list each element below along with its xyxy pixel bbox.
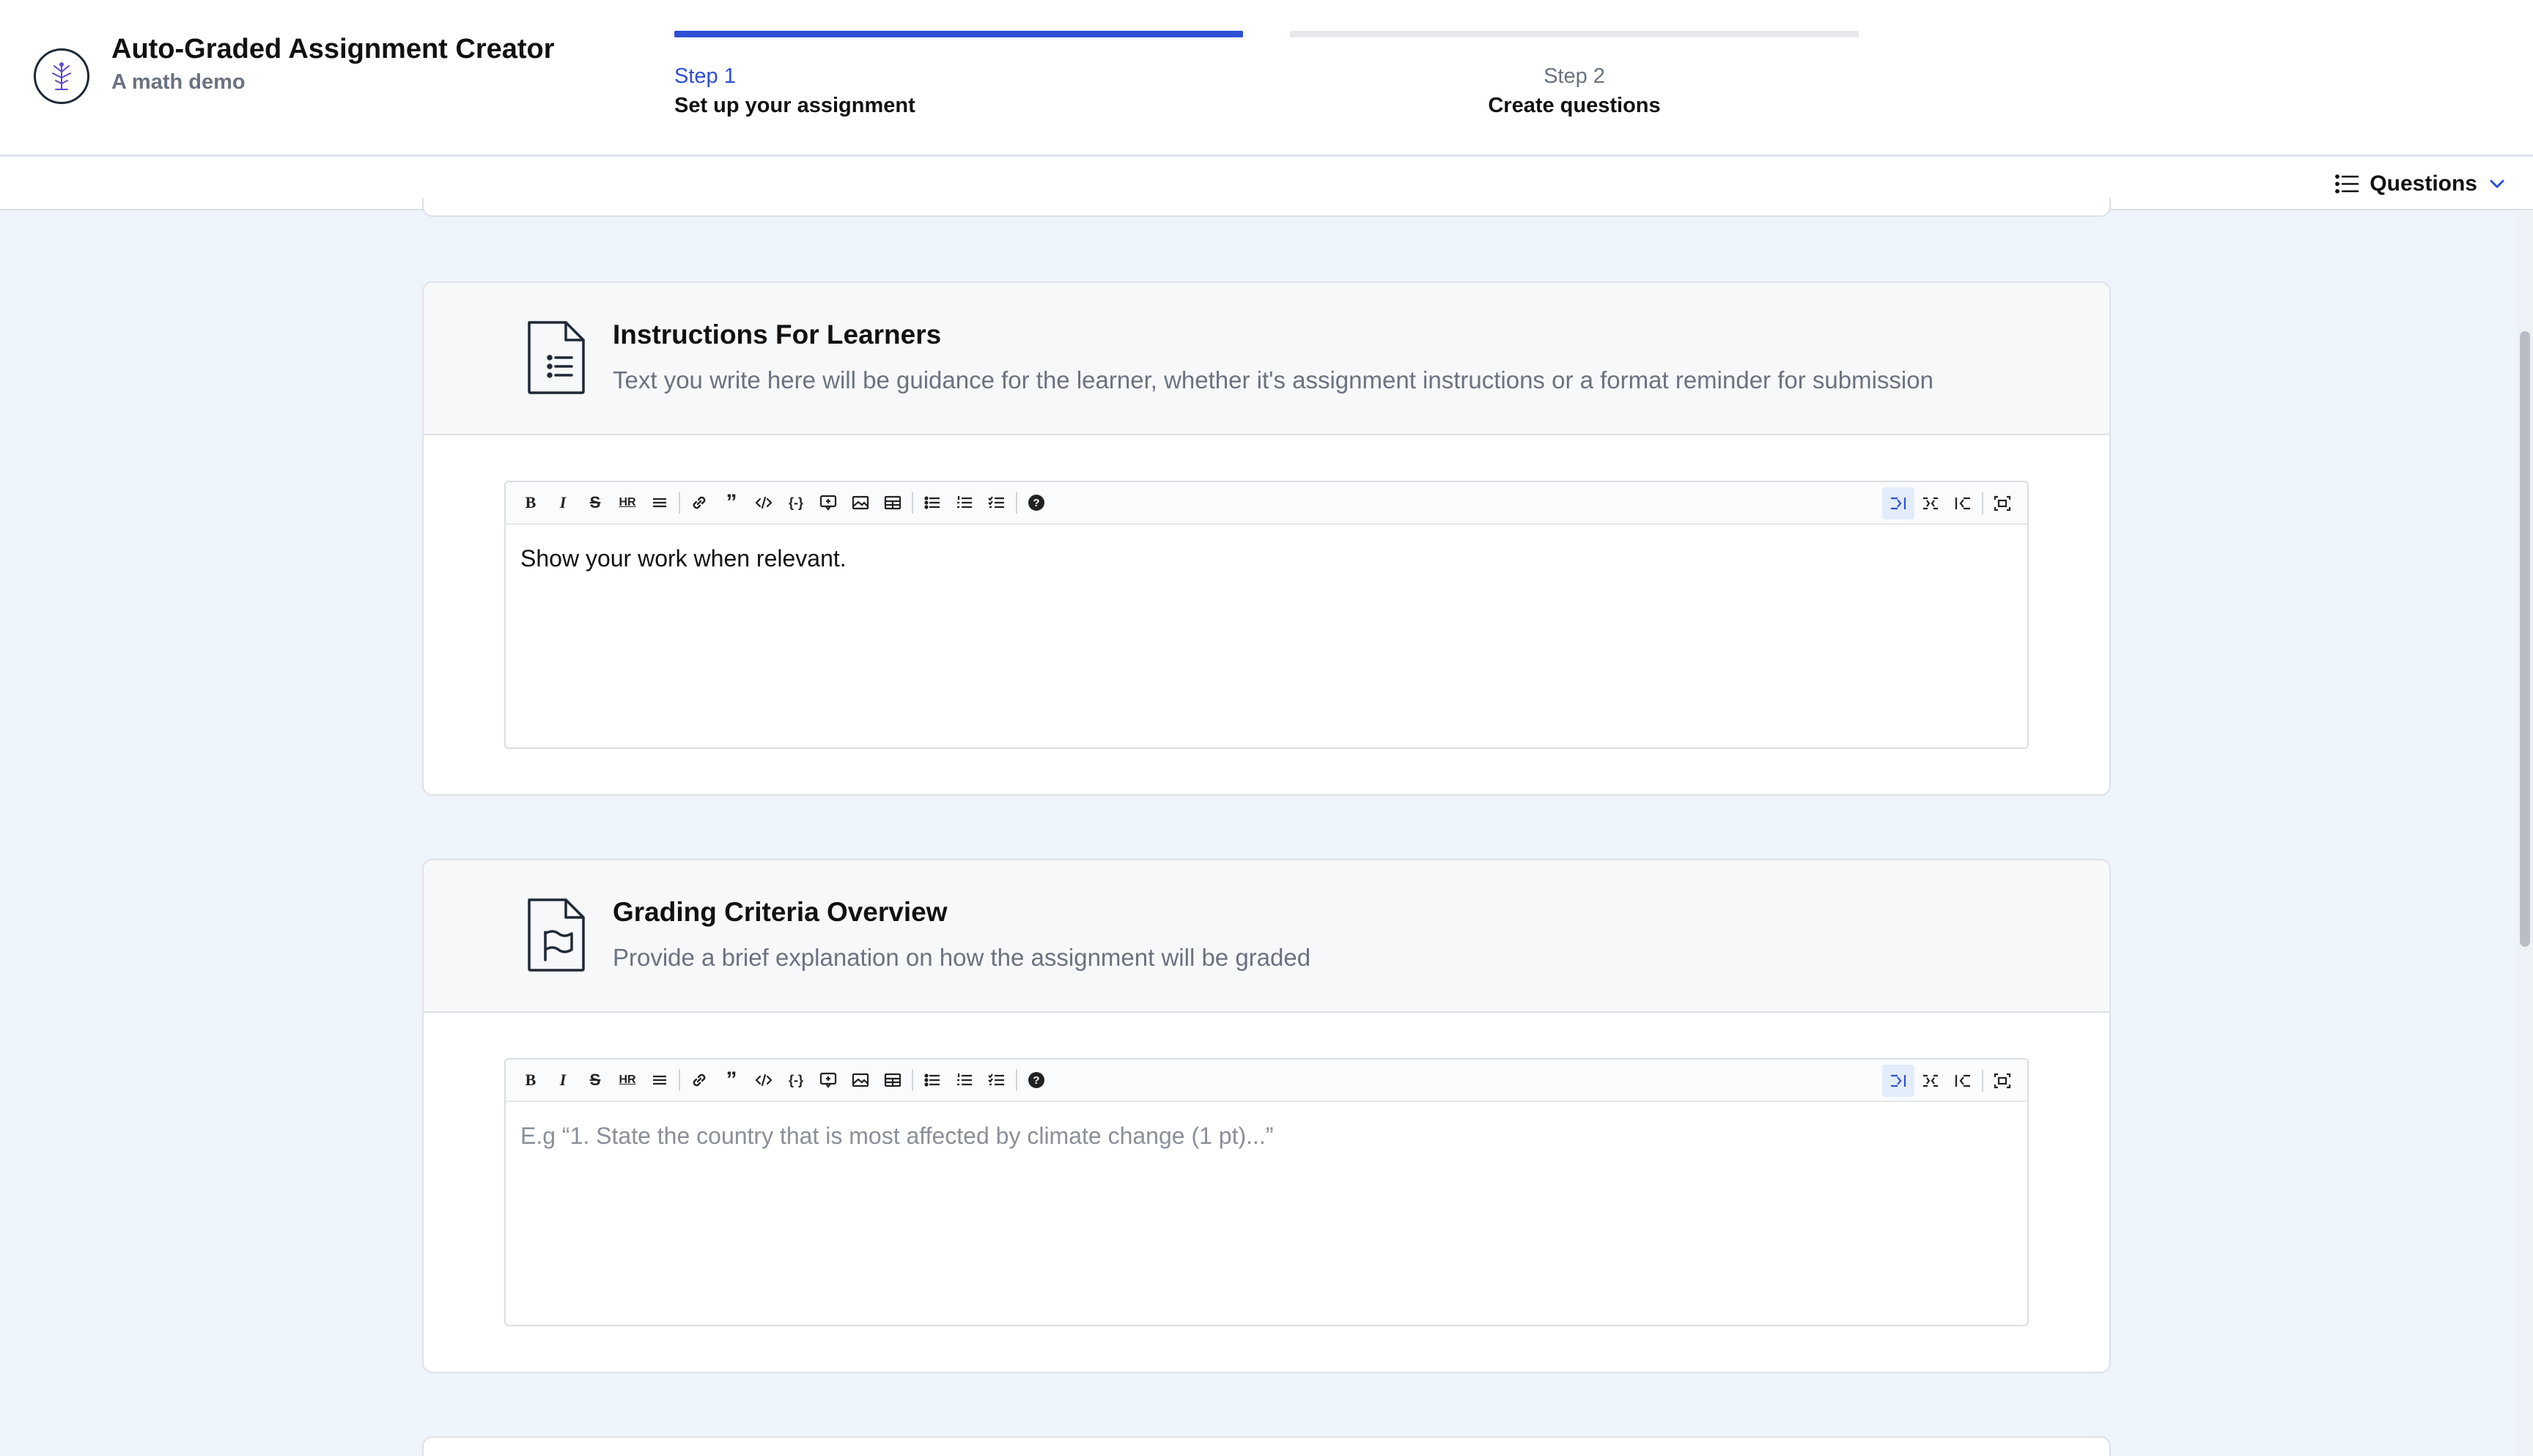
app-header: Auto-Graded Assignment Creator A math de… (0, 0, 2533, 156)
code-icon[interactable] (748, 487, 780, 519)
instructions-card: Instructions For Learners Text you write… (422, 281, 2111, 796)
comment-icon[interactable] (812, 487, 844, 519)
questions-dropdown-button[interactable]: Questions (2334, 168, 2507, 200)
editor-toolbar: B I S HR ” {-} ? (506, 482, 2027, 525)
step-2-number[interactable]: Step 2 (1290, 64, 1859, 89)
markdown-editor: B I S HR ” {-} ? (504, 481, 2029, 749)
preview-mode-icon[interactable] (1947, 487, 1979, 520)
questions-label: Questions (2370, 171, 2477, 196)
card-description: Text you write here will be guidance for… (613, 366, 1933, 393)
quote-icon[interactable]: ” (715, 487, 748, 519)
toolbar-divider (1016, 492, 1017, 514)
step-2-name[interactable]: Create questions (1290, 94, 1859, 118)
step-1-name[interactable]: Set up your assignment (674, 94, 915, 118)
markdown-editor: B I S HR ” {-} ? (504, 1058, 2029, 1326)
tree-logo-icon (34, 48, 89, 104)
instructions-editor-text[interactable]: Show your work when relevant. (506, 525, 2027, 592)
heading-icon[interactable] (644, 487, 676, 519)
task-list-icon[interactable] (981, 487, 1013, 519)
app-subtitle: A math demo (111, 70, 246, 94)
italic-icon[interactable]: I (547, 1064, 579, 1096)
step-1-progress-bar (674, 31, 1243, 37)
italic-icon[interactable]: I (547, 487, 579, 519)
next-card-edge (422, 1436, 2111, 1456)
editor-toolbar: B I S HR ” {-} ? (506, 1060, 2027, 1102)
document-list-icon (528, 321, 585, 394)
help-icon[interactable]: ? (1020, 1064, 1052, 1096)
edit-mode-icon[interactable] (1882, 487, 1914, 520)
grading-criteria-card: Grading Criteria Overview Provide a brie… (422, 859, 2111, 1373)
document-flag-icon (528, 898, 585, 972)
bold-icon[interactable]: B (515, 487, 547, 519)
scrollbar-thumb[interactable] (2520, 331, 2530, 947)
svg-text:?: ? (1033, 1074, 1039, 1087)
step-2-progress-bar (1290, 31, 1859, 37)
horizontal-rule-icon[interactable]: HR (611, 1064, 644, 1096)
toolbar-divider (1982, 492, 1983, 514)
help-icon[interactable]: ? (1020, 487, 1052, 519)
card-title: Grading Criteria Overview (613, 897, 948, 927)
ordered-list-icon[interactable] (948, 1064, 981, 1096)
bold-icon[interactable]: B (515, 1064, 547, 1096)
toolbar-divider (912, 1069, 913, 1091)
toolbar-divider (1982, 1070, 1983, 1092)
list-icon (2335, 174, 2359, 193)
quote-icon[interactable]: ” (715, 1064, 748, 1096)
toolbar-divider (679, 492, 680, 514)
code-block-icon[interactable]: {-} (780, 1064, 812, 1096)
preview-mode-icon[interactable] (1947, 1065, 1979, 1097)
chevron-down-icon (2490, 180, 2504, 188)
card-title: Instructions For Learners (613, 319, 942, 350)
link-icon[interactable] (683, 1064, 715, 1096)
code-block-icon[interactable]: {-} (780, 487, 812, 519)
fullscreen-icon[interactable] (1986, 487, 2018, 520)
toolbar-divider (912, 492, 913, 514)
table-icon[interactable] (877, 487, 909, 519)
live-mode-icon[interactable] (1914, 1065, 1947, 1097)
task-list-icon[interactable] (981, 1064, 1013, 1096)
edit-mode-icon[interactable] (1882, 1065, 1914, 1097)
live-mode-icon[interactable] (1914, 487, 1947, 520)
comment-icon[interactable] (812, 1064, 844, 1096)
table-icon[interactable] (877, 1064, 909, 1096)
card-description: Provide a brief explanation on how the a… (613, 944, 1311, 971)
code-icon[interactable] (748, 1064, 780, 1096)
grading-criteria-editor-text[interactable]: E.g “1. State the country that is most a… (506, 1102, 2027, 1169)
heading-icon[interactable] (644, 1064, 676, 1096)
editor-mode-controls (1882, 1065, 2018, 1097)
previous-card-edge (422, 198, 2111, 217)
app-title: Auto-Graded Assignment Creator (111, 34, 555, 64)
toolbar-divider (679, 1069, 680, 1091)
toolbar-divider (1016, 1069, 1017, 1091)
card-header: Instructions For Learners Text you write… (424, 283, 2109, 435)
bullet-list-icon[interactable] (916, 1064, 948, 1096)
ordered-list-icon[interactable] (948, 487, 981, 519)
image-icon[interactable] (844, 487, 877, 519)
card-header: Grading Criteria Overview Provide a brie… (424, 860, 2109, 1013)
link-icon[interactable] (683, 487, 715, 519)
strikethrough-icon[interactable]: S (579, 1064, 611, 1096)
horizontal-rule-icon[interactable]: HR (611, 487, 644, 519)
step-1-number[interactable]: Step 1 (674, 64, 736, 89)
svg-text:?: ? (1033, 497, 1039, 509)
bullet-list-icon[interactable] (916, 487, 948, 519)
image-icon[interactable] (844, 1064, 877, 1096)
strikethrough-icon[interactable]: S (579, 487, 611, 519)
editor-mode-controls (1882, 487, 2018, 520)
fullscreen-icon[interactable] (1986, 1065, 2018, 1097)
